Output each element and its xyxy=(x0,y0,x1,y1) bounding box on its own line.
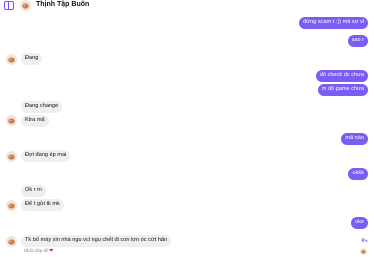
message-incoming[interactable]: Ok r m xyxy=(21,185,46,197)
message-incoming[interactable]: Để t gửi tk mk xyxy=(21,199,64,211)
reply-icon[interactable] xyxy=(361,237,368,244)
sender-avatar xyxy=(6,115,17,126)
seen-avatar xyxy=(360,248,367,255)
message-outgoing[interactable]: oke xyxy=(350,217,368,229)
reaction-meta: Nhấn đúp để ❤ xyxy=(24,248,53,254)
sender-avatar xyxy=(6,151,17,162)
contact-name[interactable]: Thịnh Tập Buôn xyxy=(36,1,89,8)
sender-avatar xyxy=(6,236,17,247)
message-outgoing[interactable]: dô check dc chưa xyxy=(315,70,368,82)
message-incoming[interactable]: Đợi đang ép mai xyxy=(21,150,71,162)
message-incoming[interactable]: Đang change xyxy=(21,101,63,113)
message-incoming[interactable]: Tk bố mày xin nhá ngu vcl ngu chết đi co… xyxy=(21,235,172,247)
heart-icon[interactable]: ❤ xyxy=(49,248,53,254)
message-outgoing[interactable]: sao r xyxy=(347,35,368,47)
sender-avatar xyxy=(6,54,17,65)
message-outgoing[interactable]: mã nào xyxy=(341,133,368,145)
sidebar-toggle-icon[interactable] xyxy=(4,1,14,10)
sender-avatar xyxy=(6,200,17,211)
message-incoming[interactable]: Đang xyxy=(21,53,43,65)
message-outgoing[interactable]: đừng scam t :)) mà sợ vl xyxy=(299,17,368,29)
message-outgoing[interactable]: m dô game chưa xyxy=(317,84,368,96)
reaction-label: Nhấn đúp để xyxy=(24,248,48,253)
message-incoming[interactable]: Ktra mã xyxy=(21,115,49,127)
message-outgoing[interactable]: okkk xyxy=(348,168,368,180)
chat-header: Thịnh Tập Buôn xyxy=(0,0,374,12)
contact-avatar[interactable] xyxy=(20,0,31,11)
